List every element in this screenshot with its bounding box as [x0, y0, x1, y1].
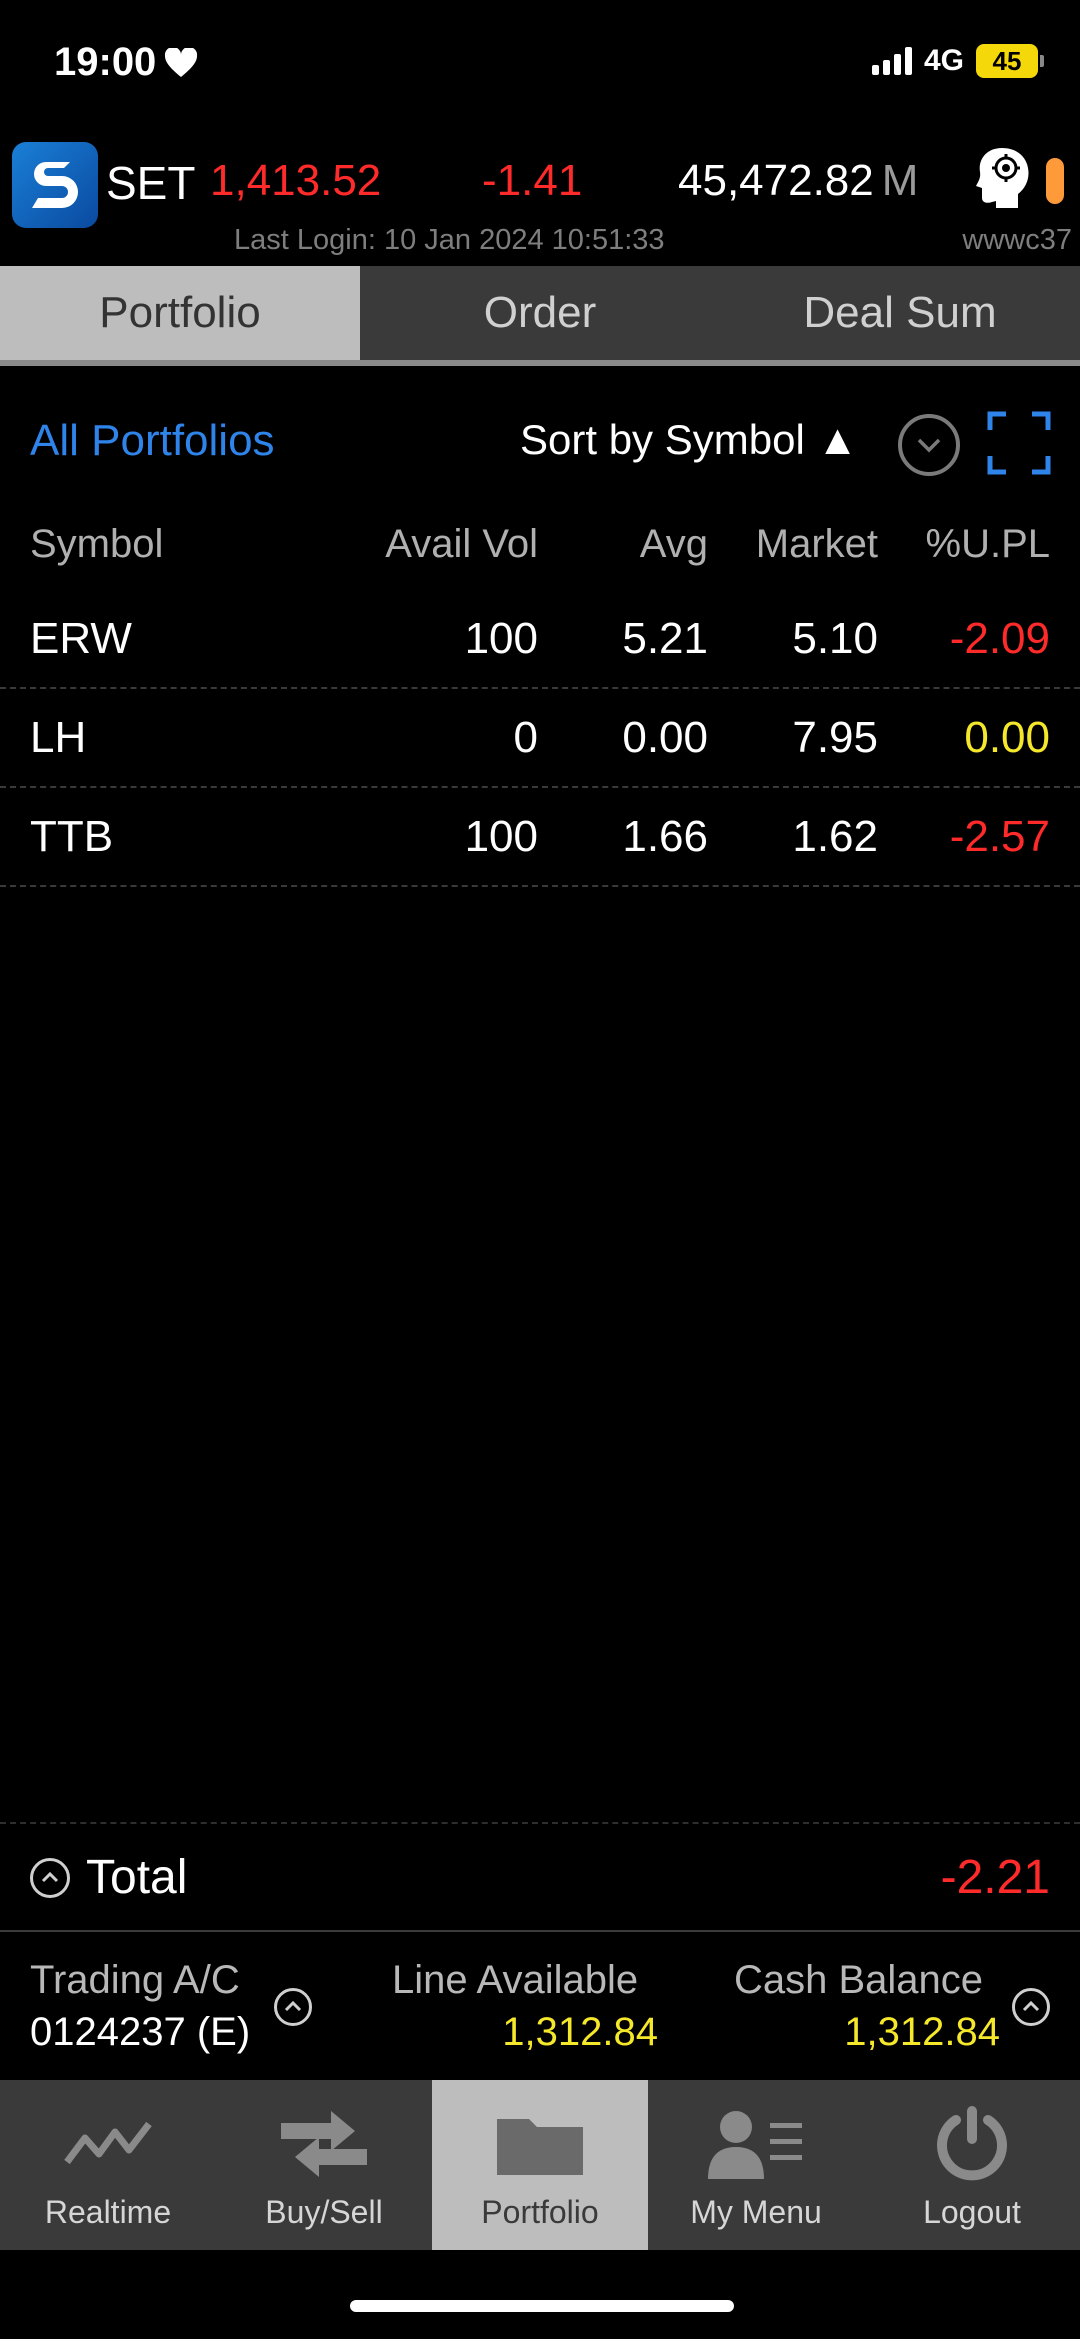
sort-label: Sort by Symbol: [520, 416, 805, 463]
last-login: Last Login: 10 Jan 2024 10:51:33: [234, 224, 665, 256]
row-avg: 0.00: [622, 713, 708, 762]
volume-unit: M: [881, 156, 919, 205]
row-market: 5.10: [792, 614, 878, 663]
tab-order[interactable]: Order: [360, 266, 720, 360]
expand-up-chevron-icon[interactable]: [30, 1858, 70, 1898]
row-symbol: ERW: [30, 614, 132, 663]
cash-balance-value: 1,312.84: [844, 2010, 1000, 2054]
trading-account-label: Trading A/C: [30, 1958, 240, 2002]
row-avail-vol: 100: [464, 614, 538, 663]
total-value: -2.21: [940, 1851, 1050, 1904]
portfolio-filter-link[interactable]: All Portfolios: [30, 416, 275, 466]
cash-balance-label: Cash Balance: [734, 1958, 984, 2002]
logout-icon: [924, 2106, 1020, 2181]
sort-selector[interactable]: Sort by Symbol ▲: [520, 416, 858, 464]
clock-text: 19:00: [54, 40, 157, 84]
row-avail-vol: 100: [464, 812, 538, 861]
bottom-navigation: Realtime Buy/Sell Portfolio My Menu Logo…: [0, 2080, 1080, 2250]
sort-dropdown-chevron-icon[interactable]: [898, 414, 960, 476]
nav-label: Realtime: [44, 2194, 172, 2230]
nav-label: My Menu: [690, 2194, 822, 2230]
app-logo-icon: [12, 142, 98, 228]
buy-sell-icon: [276, 2108, 372, 2180]
header-upl[interactable]: %U.PL: [926, 522, 1051, 567]
home-indicator[interactable]: [350, 2300, 734, 2312]
bottom-safe-area: [0, 2250, 1080, 2339]
row-upl: -2.09: [949, 614, 1050, 663]
row-upl: -2.57: [949, 812, 1050, 861]
status-indicators: 4G 45: [871, 44, 1044, 78]
row-symbol: LH: [30, 713, 87, 762]
row-avg: 1.66: [622, 812, 708, 861]
status-time: 19:00: [54, 40, 198, 85]
portfolio-tabs: Portfolio Order Deal Sum: [0, 266, 1080, 366]
tab-deal-sum[interactable]: Deal Sum: [720, 266, 1080, 360]
portfolio-folder-icon: [492, 2108, 588, 2180]
ai-assistant-icon[interactable]: [972, 144, 1032, 210]
nav-buy-sell[interactable]: Buy/Sell: [216, 2080, 432, 2250]
sort-ascending-icon: ▲: [816, 416, 859, 463]
row-avail-vol: 0: [513, 713, 538, 762]
index-value: 1,413.52: [210, 156, 382, 205]
battery-level: 45: [976, 44, 1038, 78]
header-avail-vol[interactable]: Avail Vol: [385, 522, 538, 567]
nav-realtime[interactable]: Realtime: [0, 2080, 216, 2250]
table-header: Symbol Avail Vol Avg Market %U.PL: [0, 510, 1080, 590]
trading-account-number: 0124237 (E): [30, 2010, 251, 2054]
volume-value: 45,472.82: [678, 156, 874, 205]
balance-toggle-chevron-icon[interactable]: [1012, 1988, 1050, 2026]
nav-label: Portfolio: [481, 2194, 599, 2230]
table-row[interactable]: TTB 100 1.66 1.62 -2.57: [0, 788, 1080, 887]
notification-indicator[interactable]: [1046, 158, 1064, 204]
battery-icon: 45: [976, 44, 1044, 78]
row-symbol: TTB: [30, 812, 114, 861]
account-select-chevron-icon[interactable]: [274, 1988, 312, 2026]
nav-label: Buy/Sell: [265, 2194, 383, 2230]
realtime-icon: [60, 2108, 156, 2180]
heart-icon: [165, 47, 198, 77]
network-type: 4G: [923, 44, 964, 77]
index-change: -1.41: [482, 156, 583, 205]
index-name[interactable]: SET: [106, 156, 195, 210]
table-row[interactable]: ERW 100 5.21 5.10 -2.09: [0, 590, 1080, 689]
market-volume: 45,472.82 M: [678, 156, 918, 206]
total-label: Total: [86, 1851, 188, 1904]
nav-portfolio[interactable]: Portfolio: [432, 2080, 648, 2250]
portfolio-toolbar: All Portfolios Sort by Symbol ▲: [0, 400, 1080, 490]
table-row[interactable]: LH 0 0.00 7.95 0.00: [0, 689, 1080, 788]
header-market[interactable]: Market: [756, 522, 878, 567]
fullscreen-expand-icon[interactable]: [986, 410, 1052, 476]
my-menu-icon: [708, 2108, 804, 2180]
nav-my-menu[interactable]: My Menu: [648, 2080, 864, 2250]
cellular-signal-icon: [871, 47, 912, 75]
market-summary: SET 1,413.52 -1.41 45,472.82 M Last Login…: [0, 136, 1080, 266]
nav-label: Logout: [923, 2194, 1021, 2230]
total-summary[interactable]: Total -2.21: [0, 1822, 1080, 1932]
row-market: 7.95: [792, 713, 878, 762]
holdings-table: Symbol Avail Vol Avg Market %U.PL ERW 10…: [0, 510, 1080, 887]
account-summary: Trading A/C 0124237 (E) Line Available 1…: [0, 1934, 1080, 2080]
row-market: 1.62: [792, 812, 878, 861]
tab-portfolio[interactable]: Portfolio: [0, 266, 360, 360]
row-upl: 0.00: [964, 713, 1050, 762]
status-bar: 19:00 4G 45: [0, 0, 1080, 130]
row-avg: 5.21: [622, 614, 708, 663]
header-symbol[interactable]: Symbol: [30, 522, 163, 567]
user-code: wwwc37: [962, 224, 1072, 256]
header-avg[interactable]: Avg: [640, 522, 708, 567]
line-available-value: 1,312.84: [502, 2010, 658, 2054]
line-available-label: Line Available: [392, 1958, 639, 2002]
nav-logout[interactable]: Logout: [864, 2080, 1080, 2250]
